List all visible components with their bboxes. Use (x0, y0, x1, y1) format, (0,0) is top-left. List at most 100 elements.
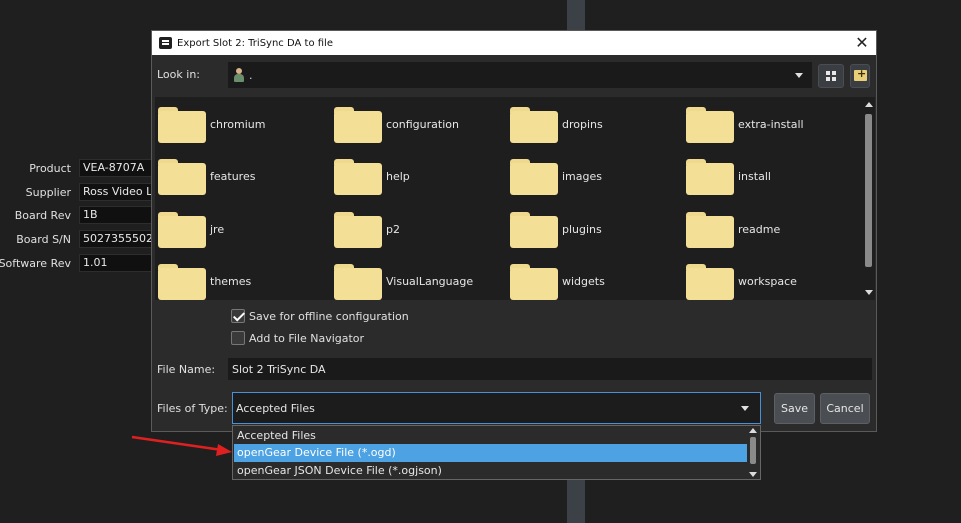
add-navigator-checkbox[interactable] (231, 331, 245, 345)
folder-item[interactable]: VisualLanguage (331, 256, 506, 300)
annotation-arrow-line (131, 435, 223, 452)
folder-item[interactable]: jre (155, 204, 330, 250)
close-button[interactable]: ✕ (852, 33, 872, 53)
cancel-button[interactable]: Cancel (820, 393, 870, 424)
folder-item[interactable]: readme (683, 204, 858, 250)
folder-icon (158, 212, 206, 248)
property-label: Product (29, 161, 71, 175)
file-list: chromium configuration dropins extra-instal… (155, 97, 875, 300)
folder-icon (686, 159, 734, 195)
folder-name: readme (738, 223, 781, 236)
folder-icon (334, 107, 382, 143)
folder-item[interactable]: help (331, 151, 506, 197)
file-type-dropdown: Accepted Files openGear Device File (*.o… (232, 425, 761, 480)
folder-name: install (738, 170, 771, 183)
folder-item[interactable]: features (155, 151, 330, 197)
folder-icon (510, 107, 558, 143)
folder-name: dropins (562, 118, 603, 131)
folder-item[interactable]: chromium (155, 99, 330, 145)
property-label: Software Rev (0, 256, 71, 270)
folder-name: jre (210, 223, 225, 236)
scroll-down-icon[interactable] (749, 472, 757, 477)
file-type-label: Files of Type: (157, 402, 228, 415)
folder-name: chromium (210, 118, 266, 131)
property-value: 50273555020 (79, 230, 159, 248)
chevron-down-icon (741, 406, 749, 411)
property-label: Supplier (25, 185, 71, 199)
folder-icon (158, 264, 206, 300)
folder-name: plugins (562, 223, 602, 236)
folder-name: extra-install (738, 118, 804, 131)
file-list-scrollbar[interactable] (863, 97, 875, 300)
property-row-board-rev: Board Rev 1B (0, 205, 159, 225)
folder-item[interactable]: themes (155, 256, 330, 300)
file-type-value: Accepted Files (236, 402, 315, 415)
property-row-product: Product VEA-8707A (0, 158, 159, 178)
property-label: Board S/N (16, 232, 71, 246)
folder-item[interactable]: dropins (507, 99, 682, 145)
folder-icon (686, 107, 734, 143)
folder-item[interactable]: extra-install (683, 99, 858, 145)
folder-item[interactable]: widgets (507, 256, 682, 300)
scroll-up-icon[interactable] (749, 428, 757, 433)
dropdown-option-accepted-files[interactable]: Accepted Files (234, 427, 747, 445)
folder-name: images (562, 170, 602, 183)
folder-name: help (386, 170, 410, 183)
property-row-supplier: Supplier Ross Video Ltd (0, 182, 159, 202)
dialog-titlebar[interactable]: Export Slot 2: TriSync DA to file ✕ (152, 31, 876, 55)
view-toggle-button[interactable] (818, 64, 844, 88)
scrollbar-thumb[interactable] (865, 114, 872, 267)
property-row-board-sn: Board S/N 50273555020 (0, 229, 159, 249)
look-in-value: . (249, 69, 253, 82)
chevron-down-icon (795, 73, 803, 78)
property-value: 1.01 (79, 254, 159, 272)
export-dialog: Export Slot 2: TriSync DA to file ✕ Look… (151, 30, 877, 432)
file-type-combo[interactable]: Accepted Files (232, 392, 761, 424)
save-offline-label: Save for offline configuration (249, 309, 409, 323)
scroll-up-icon[interactable] (865, 102, 873, 107)
scroll-down-icon[interactable] (865, 290, 873, 295)
dropdown-scrollbar[interactable] (747, 426, 759, 479)
folder-icon (510, 212, 558, 248)
folder-icon (158, 107, 206, 143)
folder-icon (334, 212, 382, 248)
folder-item[interactable]: p2 (331, 204, 506, 250)
folder-icon (334, 264, 382, 300)
file-name-label: File Name: (157, 363, 216, 376)
folder-name: widgets (562, 275, 605, 288)
save-button[interactable]: Save (774, 393, 815, 424)
folder-name: VisualLanguage (386, 275, 474, 288)
app-icon (159, 37, 172, 49)
folder-item[interactable]: images (507, 151, 682, 197)
folder-item[interactable]: install (683, 151, 858, 197)
folder-name: workspace (738, 275, 797, 288)
folder-icon (686, 264, 734, 300)
folder-name: features (210, 170, 256, 183)
add-navigator-option[interactable]: Add to File Navigator (231, 330, 364, 346)
dropdown-option-ogd[interactable]: openGear Device File (*.ogd) (234, 444, 747, 462)
dialog-title: Export Slot 2: TriSync DA to file (177, 37, 333, 49)
folder-name: themes (210, 275, 252, 288)
property-label: Board Rev (14, 208, 71, 222)
folder-icon (158, 159, 206, 195)
annotation-arrow-head (216, 444, 232, 456)
folder-item[interactable]: plugins (507, 204, 682, 250)
file-name-input[interactable]: Slot 2 TriSync DA (228, 358, 872, 380)
look-in-combo[interactable]: . (228, 62, 812, 88)
property-value: VEA-8707A (79, 159, 159, 177)
folder-item[interactable]: workspace (683, 256, 858, 300)
folder-icon (686, 212, 734, 248)
dropdown-option-ogjson[interactable]: openGear JSON Device File (*.ogjson) (234, 462, 747, 480)
save-offline-checkbox[interactable] (231, 309, 245, 323)
save-offline-option[interactable]: Save for offline configuration (231, 308, 409, 324)
folder-name: p2 (386, 223, 400, 236)
property-value: Ross Video Ltd (79, 183, 159, 201)
scrollbar-thumb[interactable] (750, 437, 756, 464)
user-folder-icon (233, 68, 245, 82)
property-value: 1B (79, 206, 159, 224)
folder-item[interactable]: configuration (331, 99, 506, 145)
new-folder-button[interactable] (850, 64, 870, 88)
add-navigator-label: Add to File Navigator (249, 331, 365, 345)
folder-icon (510, 264, 558, 300)
folder-icon (334, 159, 382, 195)
